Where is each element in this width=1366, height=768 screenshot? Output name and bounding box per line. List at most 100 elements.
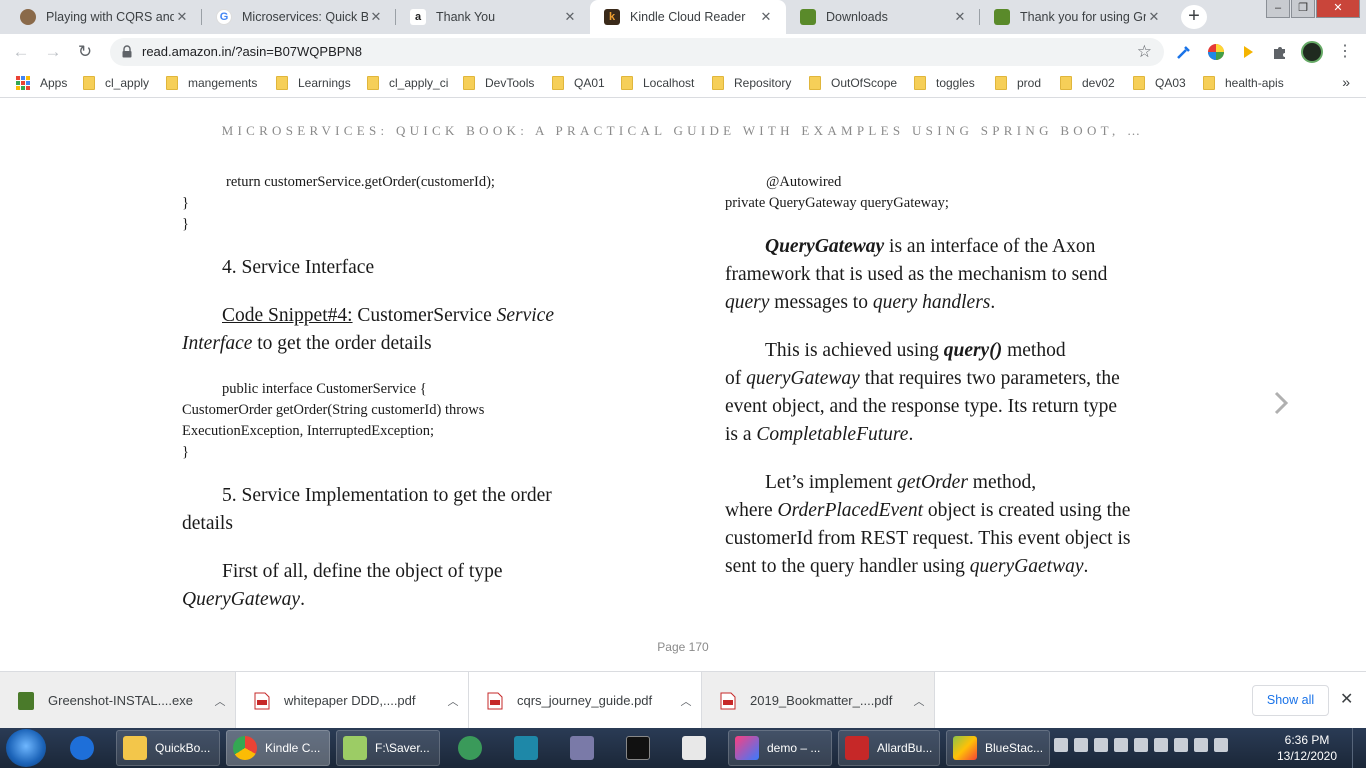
close-icon[interactable]: ✕	[1146, 9, 1162, 25]
close-icon[interactable]: ✕	[1340, 689, 1353, 709]
system-tray	[1054, 738, 1228, 752]
show-desktop-button[interactable]	[1352, 728, 1366, 768]
close-window-button[interactable]: ✕	[1316, 0, 1360, 18]
start-button[interactable]	[6, 729, 46, 767]
paragraph-line: where OrderPlacedEvent object is created…	[725, 497, 1130, 525]
tab-kindle-cloud-reader[interactable]: k Kindle Cloud Reader ✕	[590, 0, 786, 34]
bookmark-folder[interactable]: mangements	[166, 76, 257, 90]
speaker-icon[interactable]	[1214, 738, 1228, 752]
close-icon[interactable]: ✕	[368, 9, 384, 25]
bookmark-apps[interactable]: Apps	[16, 76, 67, 90]
flag-icon[interactable]	[1174, 738, 1188, 752]
show-all-button[interactable]: Show all	[1252, 685, 1329, 716]
maximize-button[interactable]: ❐	[1291, 0, 1315, 18]
bookmark-folder[interactable]: Learnings	[276, 76, 351, 90]
tray-icon[interactable]	[1134, 738, 1148, 752]
taskbar-pinned-app[interactable]	[508, 730, 548, 766]
close-icon[interactable]: ✕	[174, 9, 190, 25]
download-item[interactable]: Greenshot-INSTAL....exe ︿	[0, 672, 236, 729]
tab-downloads[interactable]: Downloads ✕	[786, 0, 980, 34]
reload-button[interactable]: ↻	[74, 41, 96, 63]
folder-icon	[83, 76, 95, 90]
amazon-icon: a	[410, 9, 426, 25]
chevron-up-icon[interactable]: ︿	[205, 693, 235, 709]
download-item[interactable]: 2019_Bookmatter_....pdf ︿	[702, 672, 935, 729]
download-item[interactable]: whitepaper DDD,....pdf ︿	[236, 672, 469, 729]
system-clock[interactable]: 6:36 PM 13/12/2020	[1276, 732, 1338, 764]
bookmark-folder[interactable]: QA03	[1133, 76, 1186, 90]
puzzle-extensions-icon[interactable]	[1271, 43, 1289, 61]
code-line: @Autowired	[766, 174, 842, 190]
taskbar: QuickBo... Kindle C... F:\Saver... demo …	[0, 728, 1366, 768]
bookmark-folder[interactable]: OutOfScope	[809, 76, 897, 90]
bookmark-folder[interactable]: toggles	[914, 76, 975, 90]
bookmark-folder[interactable]: Repository	[712, 76, 791, 90]
close-icon[interactable]: ✕	[758, 9, 774, 25]
paragraph-line: QueryGateway.	[182, 586, 305, 614]
bookmark-label: dev02	[1082, 76, 1115, 90]
bookmark-folder[interactable]: dev02	[1060, 76, 1115, 90]
apps-grid-icon	[16, 76, 30, 90]
text-span: queryGaetway	[969, 556, 1084, 577]
eyedropper-extension-icon[interactable]	[1175, 43, 1193, 61]
bookmark-folder[interactable]: Localhost	[621, 76, 694, 90]
chevron-up-icon[interactable]: ︿	[671, 693, 701, 709]
taskbar-item-bluestacks[interactable]: BlueStac...	[946, 730, 1050, 766]
taskbar-item-intellij[interactable]: demo – ...	[728, 730, 832, 766]
tab-microservices[interactable]: G Microservices: Quick Boo ✕	[202, 0, 396, 34]
tab-thank-you[interactable]: a Thank You ✕	[396, 0, 590, 34]
bookmark-folder[interactable]: prod	[995, 76, 1041, 90]
tab-playing-with-cqrs[interactable]: Playing with CQRS and E ✕	[6, 0, 202, 34]
back-button[interactable]: ←	[10, 41, 32, 63]
bookmark-folder[interactable]: DevTools	[463, 76, 534, 90]
download-filename: 2019_Bookmatter_....pdf	[750, 693, 893, 708]
shield-icon[interactable]	[1094, 738, 1108, 752]
taskbar-item-notepad[interactable]: F:\Saver...	[336, 730, 440, 766]
tab-title: Downloads	[826, 10, 888, 24]
code-line: }	[182, 444, 189, 460]
avatar-icon	[20, 9, 36, 25]
chrome-icon	[233, 736, 257, 760]
chevron-up-icon[interactable]: ︿	[438, 693, 468, 709]
next-page-chevron-icon[interactable]	[1272, 391, 1292, 415]
close-icon[interactable]: ✕	[952, 9, 968, 25]
tray-icon[interactable]	[1074, 738, 1088, 752]
color-wheel-extension-icon[interactable]	[1207, 43, 1225, 61]
taskbar-item-pdf[interactable]: AllardBu...	[838, 730, 940, 766]
bookmark-folder[interactable]: QA01	[552, 76, 605, 90]
minimize-button[interactable]: –	[1266, 0, 1290, 18]
text-span: to get the order details	[252, 333, 432, 354]
taskbar-pinned-app[interactable]	[64, 730, 108, 766]
tray-icon[interactable]	[1114, 738, 1128, 752]
bookmark-star-icon[interactable]: ☆	[1137, 42, 1152, 62]
bookmark-folder[interactable]: health-apis	[1203, 76, 1284, 90]
text-span: QueryGateway	[765, 236, 885, 257]
bookmark-label: cl_apply	[105, 76, 150, 90]
chevron-up-icon[interactable]: ︿	[904, 693, 934, 709]
text-span: query()	[943, 340, 1003, 361]
taskbar-pinned-app[interactable]	[452, 730, 492, 766]
taskbar-pinned-app[interactable]	[676, 730, 716, 766]
play-extension-icon[interactable]	[1239, 43, 1257, 61]
address-bar[interactable]: read.amazon.in/?asin=B07WQPBPN8 ☆	[110, 38, 1164, 66]
tray-icon[interactable]	[1054, 738, 1068, 752]
paragraph-line: is a CompletableFuture.	[725, 421, 913, 449]
forward-button[interactable]: →	[42, 41, 64, 63]
taskbar-pinned-app[interactable]	[564, 730, 604, 766]
volume-icon[interactable]	[1154, 738, 1168, 752]
text-span: query	[725, 292, 770, 313]
bookmark-folder[interactable]: cl_apply	[83, 76, 149, 90]
taskbar-pinned-app[interactable]	[620, 730, 660, 766]
menu-kebab-icon[interactable]: ⋮	[1334, 41, 1356, 63]
tab-greenshot-thanks[interactable]: Thank you for using Gree ✕	[980, 0, 1174, 34]
taskbar-item-explorer[interactable]: QuickBo...	[116, 730, 220, 766]
close-icon[interactable]: ✕	[562, 9, 578, 25]
profile-avatar[interactable]	[1301, 41, 1323, 63]
network-icon[interactable]	[1194, 738, 1208, 752]
more-bookmarks-chevron-icon[interactable]: »	[1342, 74, 1350, 90]
new-tab-button[interactable]: +	[1181, 5, 1207, 29]
download-item[interactable]: cqrs_journey_guide.pdf ︿	[469, 672, 702, 729]
bookmark-folder[interactable]: cl_apply_ci	[367, 76, 448, 90]
taskbar-item-chrome[interactable]: Kindle C...	[226, 730, 330, 766]
kindle-icon: k	[604, 9, 620, 25]
